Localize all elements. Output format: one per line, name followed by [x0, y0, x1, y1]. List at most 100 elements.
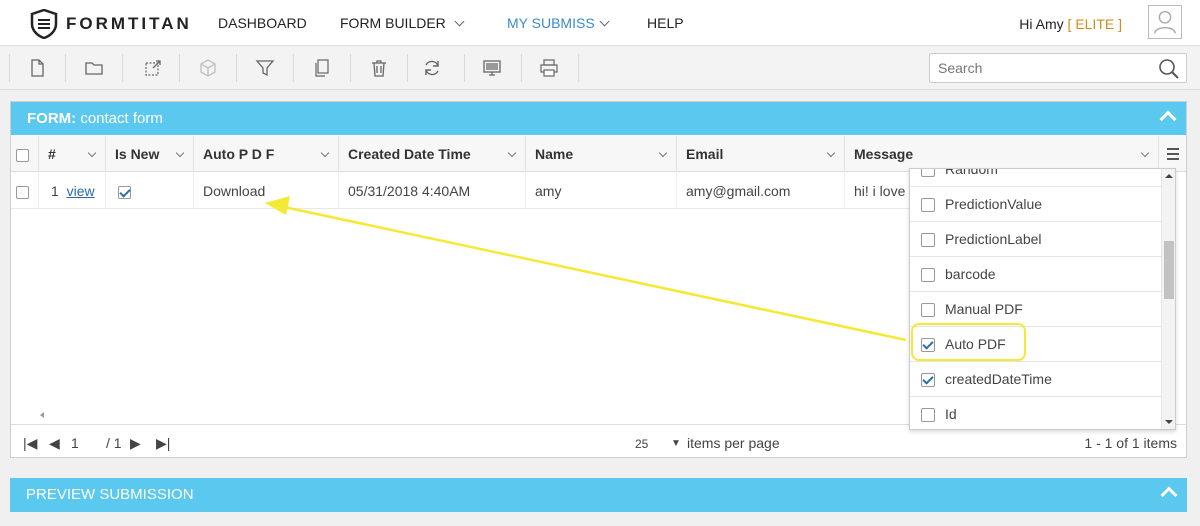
print-button[interactable]: [535, 54, 563, 82]
row-auto-pdf-cell[interactable]: Download: [194, 173, 339, 209]
column-option-label: Id: [945, 406, 957, 422]
toolbar-divider: [578, 54, 579, 82]
column-header-num[interactable]: #: [39, 136, 106, 172]
column-header-label: Auto P D F: [203, 146, 275, 162]
search-box[interactable]: [929, 53, 1187, 83]
download-link[interactable]: Download: [203, 183, 265, 199]
folder-icon: [85, 62, 103, 75]
delete-button[interactable]: [365, 54, 393, 82]
row-number: 1: [51, 183, 59, 199]
collapse-icon[interactable]: [1160, 486, 1178, 504]
column-menu-icon[interactable]: [1162, 146, 1184, 162]
user-icon: [1153, 10, 1177, 34]
search-input[interactable]: [930, 54, 1150, 82]
toolbar-divider: [9, 54, 10, 82]
column-header-label: Email: [686, 146, 724, 162]
select-all-checkbox[interactable]: [16, 148, 29, 162]
column-header-created[interactable]: Created Date Time: [339, 136, 526, 172]
scroll-down-icon[interactable]: [1165, 420, 1173, 424]
column-option-checkbox[interactable]: [921, 169, 935, 178]
toolbar-divider: [293, 54, 294, 82]
nav-dashboard-label: DASHBOARD: [218, 15, 307, 31]
column-option[interactable]: PredictionValue: [910, 187, 1162, 222]
panel-header[interactable]: FORM: contact form: [11, 102, 1186, 135]
view-link[interactable]: view: [67, 183, 95, 199]
scroll-left-icon[interactable]: [40, 412, 44, 418]
current-page[interactable]: 1: [71, 435, 79, 451]
is-new-checkbox[interactable]: [118, 185, 131, 199]
column-header-auto-pdf[interactable]: Auto P D F: [194, 136, 339, 172]
column-option[interactable]: Id: [910, 397, 1162, 429]
column-option[interactable]: Random: [910, 169, 1162, 187]
package-button[interactable]: [194, 54, 222, 82]
chevron-down-icon[interactable]: [507, 148, 517, 158]
row-is-new-cell: [106, 173, 194, 209]
copy-button[interactable]: [308, 54, 336, 82]
column-option-checkbox[interactable]: [921, 303, 935, 318]
scrollbar-thumb[interactable]: [1164, 241, 1174, 299]
chevron-down-icon[interactable]: [1140, 148, 1150, 158]
chevron-down-icon[interactable]: [87, 148, 97, 158]
row-email-cell: amy@gmail.com: [677, 173, 845, 209]
column-option[interactable]: PredictionLabel: [910, 222, 1162, 257]
new-file-icon: [31, 59, 44, 77]
nav-form-builder[interactable]: FORM BUILDER: [340, 15, 465, 31]
first-page-icon[interactable]: |◀: [23, 435, 37, 452]
next-page-icon[interactable]: ▶: [130, 435, 141, 452]
toolbar-divider: [65, 54, 66, 82]
column-option-label: createdDateTime: [945, 371, 1052, 387]
column-header-name[interactable]: Name: [526, 136, 677, 172]
column-option-checkbox[interactable]: [921, 198, 935, 213]
horizontal-scrollbar[interactable]: [36, 409, 916, 421]
chevron-down-icon[interactable]: [320, 148, 330, 158]
logo[interactable]: FORMTITAN: [30, 9, 192, 39]
page-total: / 1: [106, 435, 122, 451]
filter-button[interactable]: [251, 54, 279, 82]
row-checkbox[interactable]: [16, 185, 29, 199]
chevron-down-icon[interactable]: [175, 148, 185, 158]
refresh-button[interactable]: [418, 54, 446, 82]
tier-label: ELITE: [1075, 16, 1115, 32]
column-option-checkbox[interactable]: [921, 268, 935, 283]
column-option-checkbox[interactable]: [921, 373, 935, 388]
vertical-scrollbar[interactable]: [1161, 169, 1175, 429]
scroll-up-icon[interactable]: [1165, 174, 1173, 178]
column-option-checkbox[interactable]: [921, 233, 935, 248]
column-option-label: barcode: [945, 266, 996, 282]
table-row[interactable]: 1 view Download 05/31/2018 4:40AM amy am…: [11, 173, 911, 209]
refresh-icon: [425, 60, 439, 76]
user-greeting[interactable]: Hi Amy [ ELITE ]: [1019, 16, 1122, 32]
preview-button[interactable]: [478, 54, 506, 82]
column-option[interactable]: createdDateTime: [910, 362, 1162, 397]
column-header-message[interactable]: Message: [845, 136, 1159, 172]
toolbar-divider: [236, 54, 237, 82]
column-header-label: Name: [535, 146, 574, 162]
nav-dashboard[interactable]: DASHBOARD: [218, 15, 307, 31]
column-chooser-dropdown[interactable]: Random PredictionValue PredictionLabel b…: [909, 168, 1176, 430]
printer-icon: [540, 59, 558, 77]
page-size-value[interactable]: 25: [635, 437, 648, 451]
column-header-email[interactable]: Email: [677, 136, 845, 172]
nav-help[interactable]: HELP: [647, 15, 684, 31]
column-option-checkbox[interactable]: [921, 408, 935, 423]
search-icon[interactable]: [1158, 58, 1180, 80]
nav-my-submissions[interactable]: MY SUBMISS: [507, 15, 610, 31]
items-summary: 1 - 1 of 1 items: [1084, 435, 1177, 451]
collapse-icon[interactable]: [1159, 110, 1177, 128]
chevron-down-icon[interactable]: [658, 148, 668, 158]
column-option[interactable]: Manual PDF: [910, 292, 1162, 327]
export-button[interactable]: [139, 54, 167, 82]
new-button[interactable]: [23, 54, 51, 82]
prev-page-icon[interactable]: ◀: [49, 435, 60, 452]
avatar[interactable]: [1148, 5, 1182, 39]
page-size-dropdown-icon[interactable]: ▼: [671, 438, 681, 449]
column-header-is-new[interactable]: Is New: [106, 136, 194, 172]
user-tier: [ ELITE ]: [1068, 16, 1122, 32]
column-option-label: Manual PDF: [945, 301, 1023, 317]
open-button[interactable]: [80, 54, 108, 82]
shield-logo-icon: [30, 9, 58, 39]
last-page-icon[interactable]: ▶|: [156, 435, 170, 452]
chevron-down-icon[interactable]: [826, 148, 836, 158]
preview-submission-panel[interactable]: PREVIEW SUBMISSION: [10, 478, 1187, 512]
column-option[interactable]: barcode: [910, 257, 1162, 292]
